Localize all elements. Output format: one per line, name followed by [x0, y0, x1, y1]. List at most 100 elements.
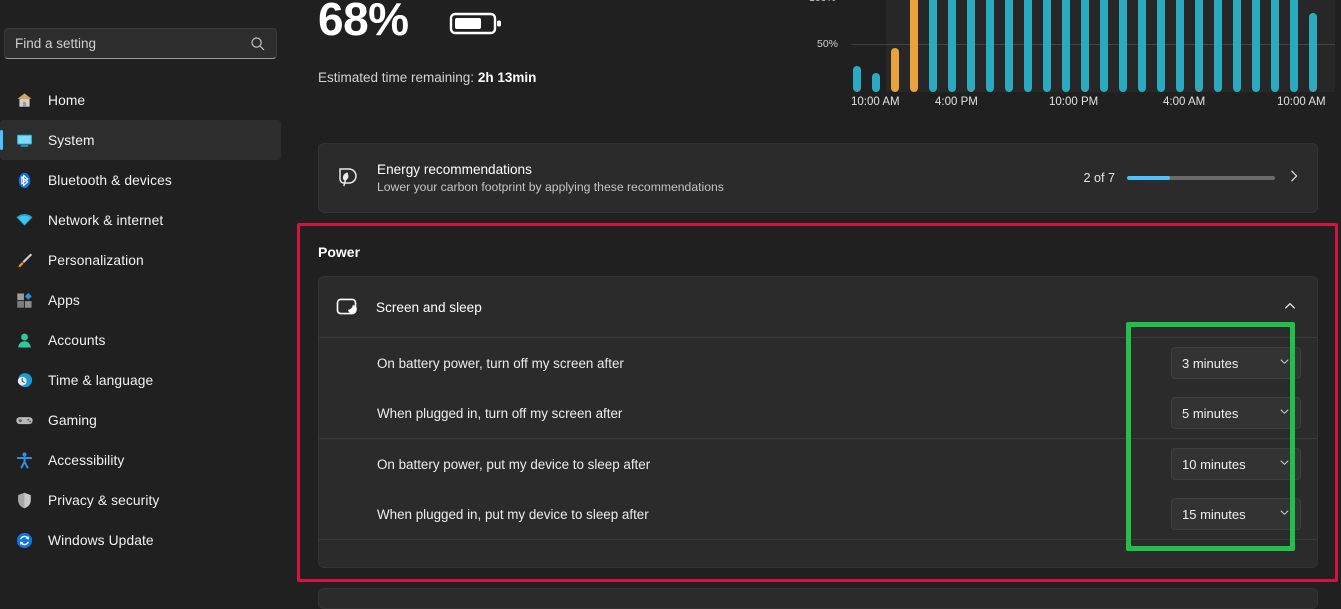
sidebar-item-label: Personalization: [48, 252, 144, 268]
settings-window: Home System Bluetooth & devices Network …: [0, 0, 1341, 609]
chart-bar: [1290, 0, 1298, 92]
dropdown-value: 10 minutes: [1182, 456, 1246, 472]
search-input[interactable]: [15, 36, 250, 51]
chevron-down-icon: [1279, 406, 1290, 420]
estimated-time-value: 2h 13min: [477, 70, 537, 85]
setting-row: When plugged in, turn off my screen afte…: [319, 388, 1317, 438]
power-card: Screen and sleep On battery power, turn …: [318, 276, 1318, 568]
chart-ytick-50: 50%: [817, 38, 839, 50]
sidebar-item-accessibility[interactable]: Accessibility: [0, 440, 281, 480]
chevron-down-icon: [1279, 356, 1290, 370]
chart-bar: [1062, 0, 1070, 92]
chart-bar: [929, 0, 937, 92]
screen-and-sleep-header[interactable]: Screen and sleep: [319, 277, 1317, 337]
sidebar-item-gaming[interactable]: Gaming: [0, 400, 281, 440]
sidebar-item-label: Network & internet: [48, 212, 164, 228]
chart-xtick-label: 10:00 AM: [851, 96, 900, 108]
home-icon: [14, 90, 34, 110]
sidebar-item-time-language[interactable]: Time & language: [0, 360, 281, 400]
setting-row: On battery power, put my device to sleep…: [319, 439, 1317, 489]
sidebar-item-label: Privacy & security: [48, 492, 160, 508]
chevron-up-icon[interactable]: [1283, 299, 1297, 316]
setting-label: When plugged in, turn off my screen afte…: [377, 405, 623, 421]
sidebar-item-accounts[interactable]: Accounts: [0, 320, 281, 360]
sidebar-item-home[interactable]: Home: [0, 80, 281, 120]
sidebar-item-label: Time & language: [48, 372, 154, 388]
chart-xtick: [1199, 86, 1200, 92]
chart-bar: [1005, 0, 1013, 92]
chart-bar: [1195, 0, 1203, 92]
screen-sleep-icon: [335, 295, 359, 319]
energy-recommendations-subtitle: Lower your carbon footprint by applying …: [377, 180, 724, 194]
power-section-title: Power: [318, 244, 361, 260]
chart-bar: [910, 0, 918, 92]
sidebar-item-system[interactable]: System: [0, 120, 281, 160]
chart-xtick: [1313, 86, 1314, 92]
sleep-on-battery-dropdown[interactable]: 10 minutes: [1171, 448, 1301, 480]
search-icon[interactable]: [250, 36, 266, 52]
sidebar-item-label: Bluetooth & devices: [48, 172, 172, 188]
chart-xtick-label: 10:00 PM: [1049, 96, 1099, 108]
chart-bar: [1309, 13, 1317, 92]
battery-icon: [449, 8, 505, 43]
energy-recommendations-count: 2 of 7: [1083, 171, 1115, 185]
sidebar-item-label: Accounts: [48, 332, 106, 348]
chart-xtick-label: 4:00 AM: [1163, 96, 1206, 108]
chart-bar: [1233, 0, 1241, 92]
next-card-peek: [318, 588, 1318, 609]
estimated-time-label: Estimated time remaining:: [318, 70, 475, 85]
search-box[interactable]: [4, 28, 277, 59]
sidebar-item-network-internet[interactable]: Network & internet: [0, 200, 281, 240]
chart-xtick-label: 4:00 PM: [935, 96, 978, 108]
chart-bar: [1138, 0, 1146, 92]
chart-bar: [1100, 0, 1108, 92]
sidebar-item-privacy-security[interactable]: Privacy & security: [0, 480, 281, 520]
chart-xtick: [971, 86, 972, 92]
sidebar-item-windows-update[interactable]: Windows Update: [0, 520, 281, 560]
chart-xtick: [1085, 86, 1086, 92]
chart-ytick-100: 100%: [809, 0, 836, 4]
sidebar-nav: Home System Bluetooth & devices Network …: [0, 80, 281, 560]
chart-bar: [1119, 0, 1127, 92]
chevron-down-icon: [1279, 507, 1290, 521]
energy-recommendations-title: Energy recommendations: [377, 162, 532, 177]
sidebar-item-label: Accessibility: [48, 452, 125, 468]
paintbrush-icon: [14, 250, 34, 270]
chart-bar: [1157, 0, 1165, 92]
sidebar-item-bluetooth-devices[interactable]: Bluetooth & devices: [0, 160, 281, 200]
energy-recommendations-card[interactable]: Energy recommendations Lower your carbon…: [318, 143, 1318, 213]
update-icon: [14, 530, 34, 550]
chart-bar: [967, 0, 975, 92]
sidebar-item-apps[interactable]: Apps: [0, 280, 281, 320]
sidebar-item-label: System: [48, 132, 95, 148]
chart-bar: [1024, 0, 1032, 92]
dropdown-value: 5 minutes: [1182, 405, 1239, 421]
shield-icon: [14, 490, 34, 510]
sidebar-item-personalization[interactable]: Personalization: [0, 240, 281, 280]
sidebar-item-label: Apps: [48, 292, 80, 308]
main-content: 68% Estimated time remaining: 2h 13min 1…: [297, 0, 1341, 609]
setting-label: On battery power, put my device to sleep…: [377, 456, 651, 472]
battery-level-chart: 100% 50% 10:00 AM 4:00 PM 10:00 PM 4:00 AM 1…: [807, 0, 1337, 124]
chart-bar: [1252, 0, 1260, 92]
leaf-icon: [335, 165, 361, 191]
chart-bar: [872, 73, 880, 92]
setting-row: On battery power, turn off my screen aft…: [319, 338, 1317, 388]
screen-off-on-battery-dropdown[interactable]: 3 minutes: [1171, 347, 1301, 379]
clock-icon: [14, 370, 34, 390]
dropdown-value: 15 minutes: [1182, 506, 1246, 522]
chevron-down-icon: [1279, 457, 1290, 471]
chevron-right-icon[interactable]: [1275, 169, 1301, 187]
account-icon: [14, 330, 34, 350]
chart-bar: [1043, 0, 1051, 92]
energy-recommendations-progress: [1127, 176, 1275, 180]
system-icon: [14, 130, 34, 150]
gamepad-icon: [14, 410, 34, 430]
apps-icon: [14, 290, 34, 310]
sleep-plugged-in-dropdown[interactable]: 15 minutes: [1171, 498, 1301, 530]
setting-label: When plugged in, put my device to sleep …: [377, 506, 649, 522]
sidebar-item-label: Gaming: [48, 412, 97, 428]
divider: [319, 539, 1317, 540]
setting-row: When plugged in, put my device to sleep …: [319, 489, 1317, 539]
screen-off-plugged-in-dropdown[interactable]: 5 minutes: [1171, 397, 1301, 429]
